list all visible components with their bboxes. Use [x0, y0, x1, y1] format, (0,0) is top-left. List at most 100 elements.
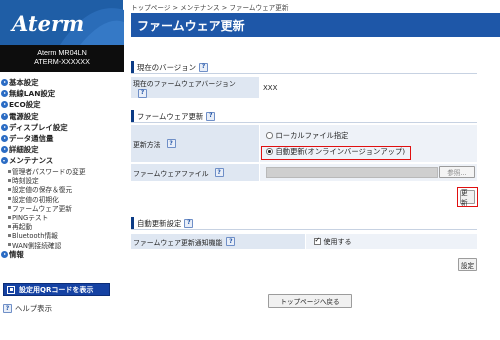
square-bullet-icon	[8, 187, 11, 191]
use-notify-label: 使用する	[323, 237, 352, 246]
firmware-file-field[interactable]	[266, 167, 438, 178]
breadcrumb-separator: >	[219, 4, 230, 12]
menu-item-advanced[interactable]: 詳細設定	[0, 144, 124, 155]
device-info: Aterm MR04LN ATERM-XXXXXX	[0, 45, 124, 72]
current-version-value: XXX	[263, 83, 278, 92]
square-bullet-icon	[8, 243, 11, 247]
menu-item-eco[interactable]: ECO設定	[0, 99, 124, 110]
arrow-bullet-icon	[1, 123, 8, 131]
help-icon[interactable]: ?	[214, 168, 224, 177]
section-title: ファームウェア更新	[137, 111, 204, 121]
submenu-item-wan-check[interactable]: WAN側接続確認	[0, 240, 124, 250]
browse-button[interactable]: 参照...	[439, 166, 475, 178]
back-to-top-label: トップページへ戻る	[280, 298, 340, 306]
square-bullet-icon	[8, 233, 11, 237]
menu-item-label: データ通信量	[9, 134, 54, 144]
section-firmware-update: ファームウェア更新 ?	[131, 110, 477, 123]
square-bullet-icon	[8, 215, 11, 219]
settings-button-label: 設定	[460, 261, 475, 270]
back-to-top-button[interactable]: トップページへ戻る	[268, 294, 352, 308]
firmware-file-label: ファームウェアファイル	[133, 169, 209, 178]
section-title: 自動更新設定	[137, 218, 182, 228]
section-title: 現在のバージョン	[137, 62, 196, 72]
help-toggle[interactable]: ? ヘルプ表示	[3, 303, 52, 314]
section-current-version: 現在のバージョン ?	[131, 61, 477, 74]
current-version-label: 現在のファームウェアバージョン	[133, 79, 236, 88]
section-bar	[131, 217, 134, 229]
qr-code-icon	[7, 285, 15, 294]
sidebar-menu: 基本設定 無線LAN設定 ECO設定 電源設定 ディスプレイ設定 データ通信量 …	[0, 72, 124, 260]
menu-item-power[interactable]: 電源設定	[0, 111, 124, 122]
update-method-label: 更新方法	[133, 140, 161, 149]
square-bullet-icon	[8, 206, 11, 210]
settings-button[interactable]: 設定	[458, 258, 477, 271]
use-notify-checkbox[interactable]	[314, 236, 321, 245]
arrow-bullet-icon	[1, 101, 8, 109]
menu-item-label: 無線LAN設定	[9, 89, 56, 99]
help-icon[interactable]: ?	[138, 88, 147, 98]
row-update-notify: ファームウェア更新通知機能 ? 使用する	[131, 234, 477, 250]
breadcrumb-maintenance-link[interactable]: メンテナンス	[180, 4, 219, 12]
menu-item-wireless-lan[interactable]: 無線LAN設定	[0, 88, 124, 99]
row-value: 使用する	[306, 234, 477, 249]
update-button-highlight	[457, 187, 478, 207]
menu-item-label: 情報	[9, 250, 24, 260]
help-icon[interactable]: ?	[166, 139, 176, 148]
arrow-bullet-icon	[1, 79, 8, 87]
arrow-down-bullet-icon	[1, 157, 8, 165]
row-label: 現在のファームウェアバージョン ?	[131, 77, 260, 98]
breadcrumb: トップページ > メンテナンス > ファームウェア更新	[131, 2, 288, 12]
menu-item-data-usage[interactable]: データ通信量	[0, 133, 124, 144]
device-id: ATERM-XXXXXX	[34, 57, 90, 66]
page-title: ファームウェア更新	[131, 13, 500, 37]
square-bullet-icon	[8, 224, 11, 228]
row-label: 更新方法 ?	[131, 125, 260, 162]
arrow-bullet-icon	[1, 251, 8, 259]
logo-watermark: Aterm	[0, 0, 124, 45]
menu-item-info[interactable]: 情報	[0, 249, 124, 260]
update-notify-label: ファームウェア更新通知機能	[133, 238, 223, 247]
breadcrumb-current: ファームウェア更新	[229, 4, 289, 12]
square-bullet-icon	[8, 178, 11, 182]
row-current-version: 現在のファームウェアバージョン ? XXX	[131, 77, 477, 99]
menu-item-label: 基本設定	[9, 78, 39, 88]
menu-item-basic[interactable]: 基本設定	[0, 77, 124, 88]
section-divider	[131, 73, 477, 74]
help-icon[interactable]: ?	[226, 237, 236, 246]
radio-local-file[interactable]: ローカルファイル指定	[266, 128, 348, 144]
sidebar: Aterm Aterm MR04LN ATERM-XXXXXX 基本設定 無線L…	[0, 0, 124, 340]
menu-item-maintenance[interactable]: メンテナンス	[0, 155, 124, 166]
row-value: XXX	[260, 77, 477, 98]
section-auto-update: 自動更新設定 ?	[131, 217, 477, 230]
arrow-bullet-icon	[1, 112, 8, 120]
radio-local-file-label: ローカルファイル指定	[275, 130, 349, 140]
page-title-text: ファームウェア更新	[137, 18, 245, 33]
auto-update-highlight	[261, 146, 411, 160]
show-qr-code-button[interactable]: 設定用QRコードを表示	[3, 283, 110, 296]
arrow-bullet-icon	[1, 90, 8, 98]
menu-item-label: メンテナンス	[9, 156, 54, 166]
square-bullet-icon	[8, 169, 11, 173]
section-divider	[131, 229, 477, 230]
breadcrumb-top-link[interactable]: トップページ	[131, 4, 170, 12]
help-icon[interactable]: ?	[184, 218, 194, 228]
help-icon: ?	[3, 304, 12, 313]
row-label: ファームウェアファイル ?	[131, 164, 260, 181]
main-content: トップページ > メンテナンス > ファームウェア更新 ファームウェア更新 現在…	[131, 0, 500, 340]
row-firmware-file: ファームウェアファイル ?	[131, 164, 477, 182]
radio-local-file-input[interactable]	[266, 132, 273, 139]
section-bar	[131, 61, 134, 73]
browse-button-label: 参照...	[447, 169, 467, 177]
menu-item-display[interactable]: ディスプレイ設定	[0, 122, 124, 133]
aterm-logo: Aterm	[0, 0, 124, 45]
section-divider	[131, 122, 477, 123]
submenu-item-label: WAN側接続確認	[12, 241, 62, 250]
help-icon[interactable]: ?	[198, 62, 208, 72]
menu-item-label: ECO設定	[9, 100, 41, 110]
section-bar	[131, 110, 134, 122]
square-bullet-icon	[8, 197, 11, 201]
help-icon[interactable]: ?	[206, 111, 216, 121]
arrow-bullet-icon	[1, 146, 8, 154]
breadcrumb-separator: >	[170, 4, 181, 12]
menu-item-label: ディスプレイ設定	[9, 122, 68, 132]
